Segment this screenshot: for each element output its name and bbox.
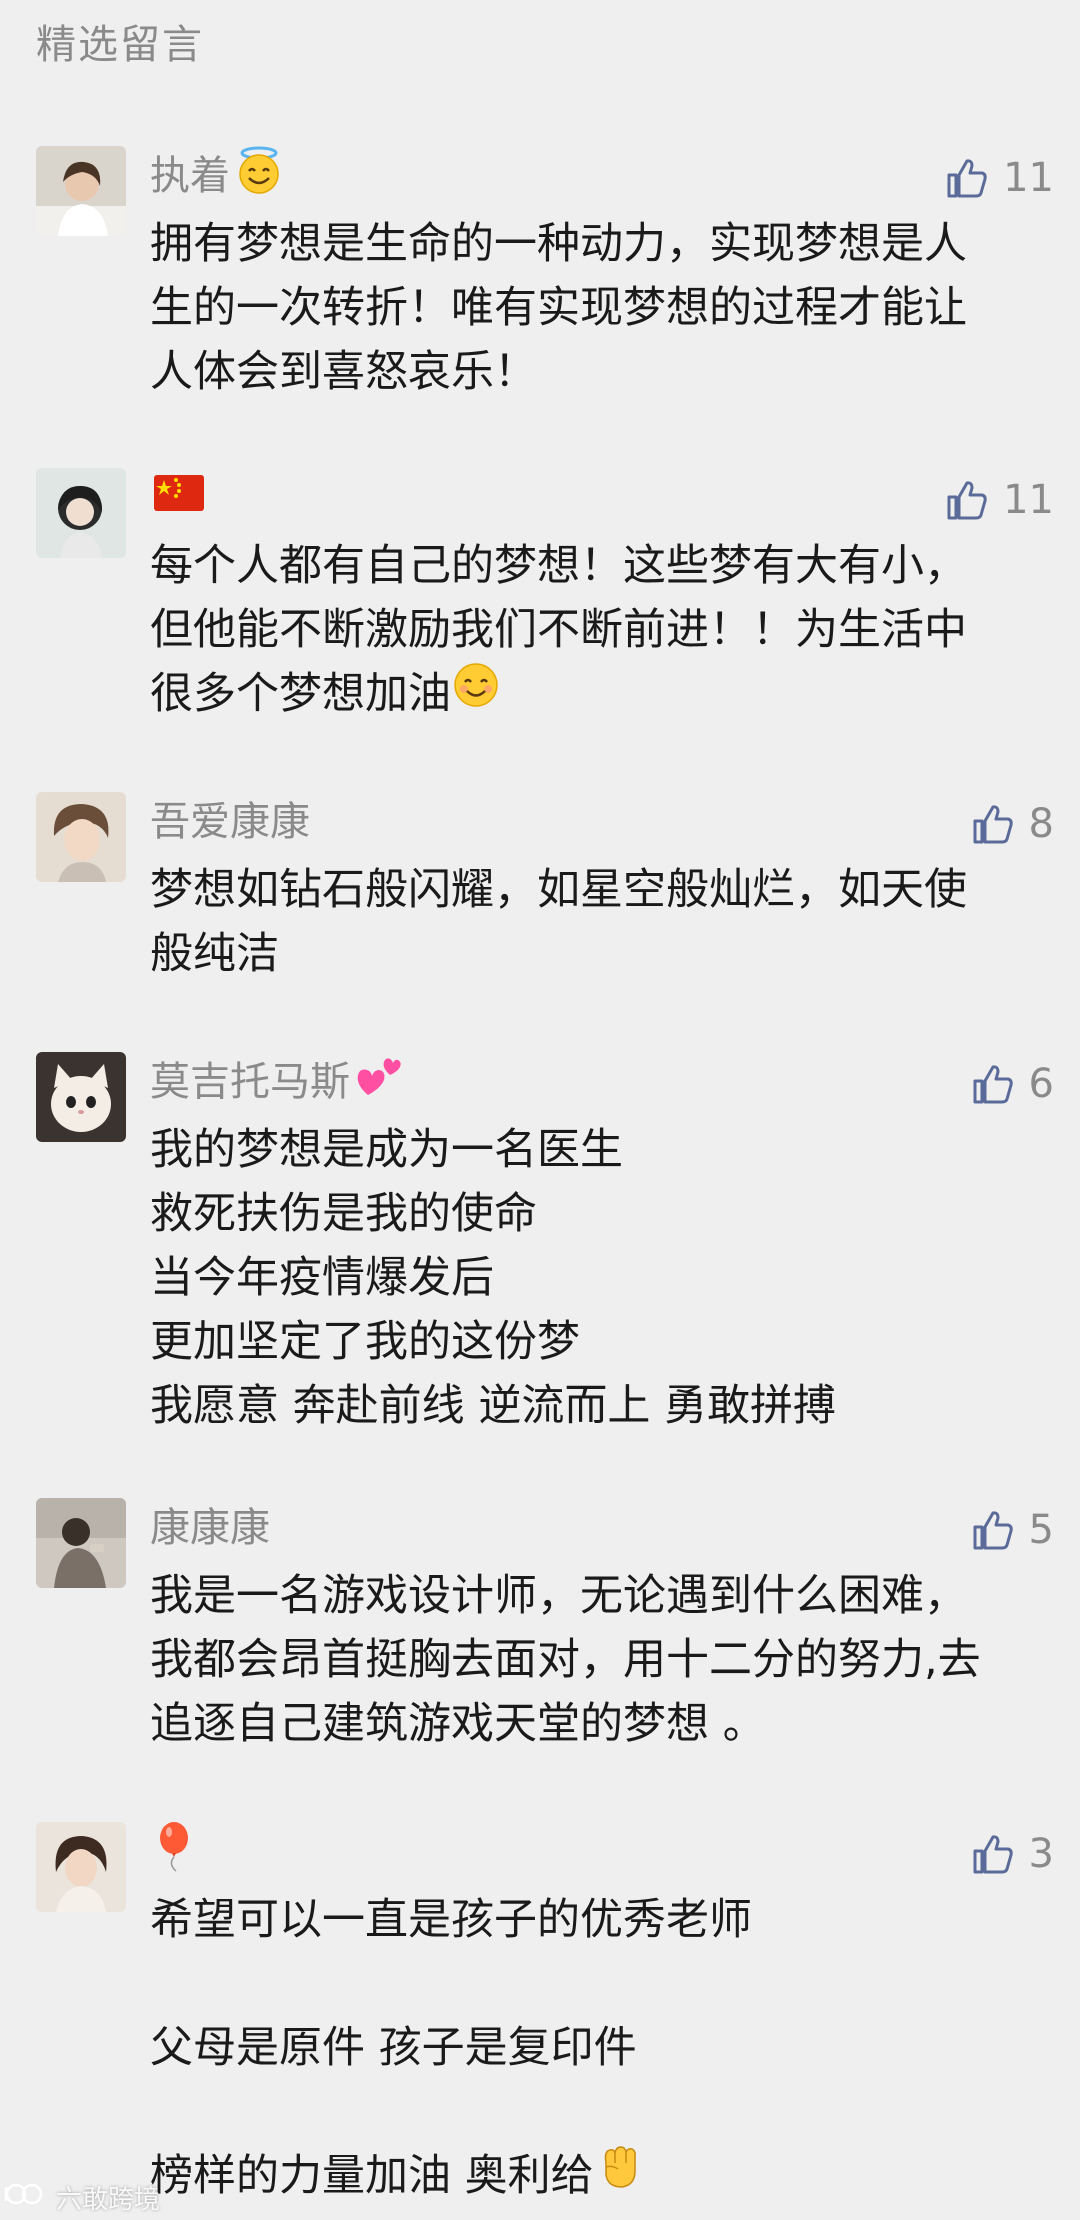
balloon-icon	[154, 1820, 198, 1885]
nickname-text: 执着	[150, 153, 230, 199]
comment-line: 般纯洁	[150, 929, 279, 979]
nickname: 吾爱康康	[150, 796, 310, 848]
comment-line: 我都会昂首挺胸去面对，用十二分的努力,去	[150, 1635, 981, 1685]
nickname	[150, 472, 204, 524]
like-button[interactable]: 6	[971, 1058, 1054, 1110]
comment-text: 我是一名游戏设计师，无论遇到什么困难， 我都会昂首挺胸去面对，用十二分的努力,去…	[150, 1564, 1050, 1756]
comment-line-text: 很多个梦想加油	[150, 669, 451, 719]
comment-line: 追逐自己建筑游戏天堂的梦想 。	[150, 1699, 766, 1749]
comment-text: 梦想如钻石般闪耀，如星空般灿烂，如天使 般纯洁	[150, 858, 1050, 986]
like-button[interactable]: 5	[971, 1504, 1054, 1556]
comment-line: 生的一次转折！唯有实现梦想的过程才能让	[150, 283, 967, 333]
nickname: 康康康	[150, 1502, 270, 1554]
avatar[interactable]	[36, 792, 126, 882]
section-title: 精选留言	[36, 22, 204, 68]
like-button[interactable]: 11	[945, 474, 1054, 526]
nickname-text: 莫吉托马斯	[150, 1059, 350, 1105]
avatar[interactable]	[36, 1822, 126, 1912]
watermark-text: 六敢跨境	[56, 2185, 161, 2215]
comment-text: 我的梦想是成为一名医生 救死扶伤是我的使命 当今年疫情爆发后 更加坚定了我的这份…	[150, 1118, 1050, 1438]
like-count: 11	[1003, 477, 1054, 523]
china-flag-icon	[154, 472, 204, 524]
like-count: 3	[1028, 1831, 1054, 1877]
smiling-face-with-halo-icon	[234, 145, 284, 208]
comment-line: 人体会到喜怒哀乐！	[150, 347, 537, 397]
like-count: 11	[1003, 155, 1054, 201]
nickname	[150, 1821, 198, 1878]
comment-line-with-emoji: 榜样的力量加油 奥利给	[150, 2144, 1050, 2208]
nickname-text: 吾爱康康	[150, 799, 310, 845]
nickname-text: 康康康	[150, 1505, 270, 1551]
comment-line: 救死扶伤是我的使命	[150, 1189, 537, 1239]
comments-page: 精选留言 执着 11 拥有梦想是生命的一种动力，实现梦想是人 生的一次转折！唯有…	[0, 0, 1080, 2220]
thumbs-up-icon	[971, 1062, 1015, 1106]
comment-line: 我愿意 奔赴前线 逆流而上 勇敢拼搏	[150, 1381, 837, 1431]
thumbs-up-icon	[945, 156, 989, 200]
watermark-logo-icon	[2, 2179, 52, 2216]
comment-line: 更加坚定了我的这份梦	[150, 1317, 580, 1367]
comment-line: 每个人都有自己的梦想！这些梦有大有小，	[150, 541, 967, 591]
raised-fist-icon	[594, 2141, 646, 2211]
comment-line: 我是一名游戏设计师，无论遇到什么困难，	[150, 1571, 967, 1621]
avatar[interactable]	[36, 468, 126, 558]
like-count: 6	[1028, 1061, 1054, 1107]
comment-line: 当今年疫情爆发后	[150, 1253, 494, 1303]
avatar[interactable]	[36, 1052, 126, 1142]
watermark: 六敢跨境	[2, 2179, 160, 2216]
thumbs-up-icon	[971, 802, 1015, 846]
nickname: 莫吉托马斯	[150, 1056, 404, 1108]
comment-line: 梦想如钻石般闪耀，如星空般灿烂，如天使	[150, 865, 967, 915]
comment-line-with-emoji: 很多个梦想加油	[150, 662, 1050, 726]
smiling-face-icon	[451, 660, 501, 728]
thumbs-up-icon	[945, 478, 989, 522]
comment-line: 父母是原件 孩子是复印件	[150, 2023, 637, 2073]
comment-text: 希望可以一直是孩子的优秀老师 父母是原件 孩子是复印件 榜样的力量加油 奥利给	[150, 1888, 1050, 2208]
avatar[interactable]	[36, 146, 126, 236]
avatar[interactable]	[36, 1498, 126, 1588]
comment-line: 拥有梦想是生命的一种动力，实现梦想是人	[150, 219, 967, 269]
comment-line: 我的梦想是成为一名医生	[150, 1125, 623, 1175]
nickname: 执着	[150, 146, 284, 202]
like-button[interactable]: 3	[971, 1828, 1054, 1880]
comment-line-blank	[150, 2080, 1050, 2144]
comment-line: 希望可以一直是孩子的优秀老师	[150, 1895, 752, 1945]
comment-text: 拥有梦想是生命的一种动力，实现梦想是人 生的一次转折！唯有实现梦想的过程才能让 …	[150, 212, 1050, 404]
thumbs-up-icon	[971, 1832, 1015, 1876]
two-hearts-icon	[354, 1051, 404, 1114]
comment-line: 但他能不断激励我们不断前进！！为生活中	[150, 605, 967, 655]
comment-text: 每个人都有自己的梦想！这些梦有大有小， 但他能不断激励我们不断前进！！为生活中 …	[150, 534, 1050, 726]
comment-line-blank	[150, 1952, 1050, 2016]
thumbs-up-icon	[971, 1508, 1015, 1552]
like-count: 5	[1028, 1507, 1054, 1553]
comment-line-text: 榜样的力量加油 奥利给	[150, 2151, 594, 2201]
like-button[interactable]: 8	[971, 798, 1054, 850]
like-count: 8	[1028, 801, 1054, 847]
like-button[interactable]: 11	[945, 152, 1054, 204]
